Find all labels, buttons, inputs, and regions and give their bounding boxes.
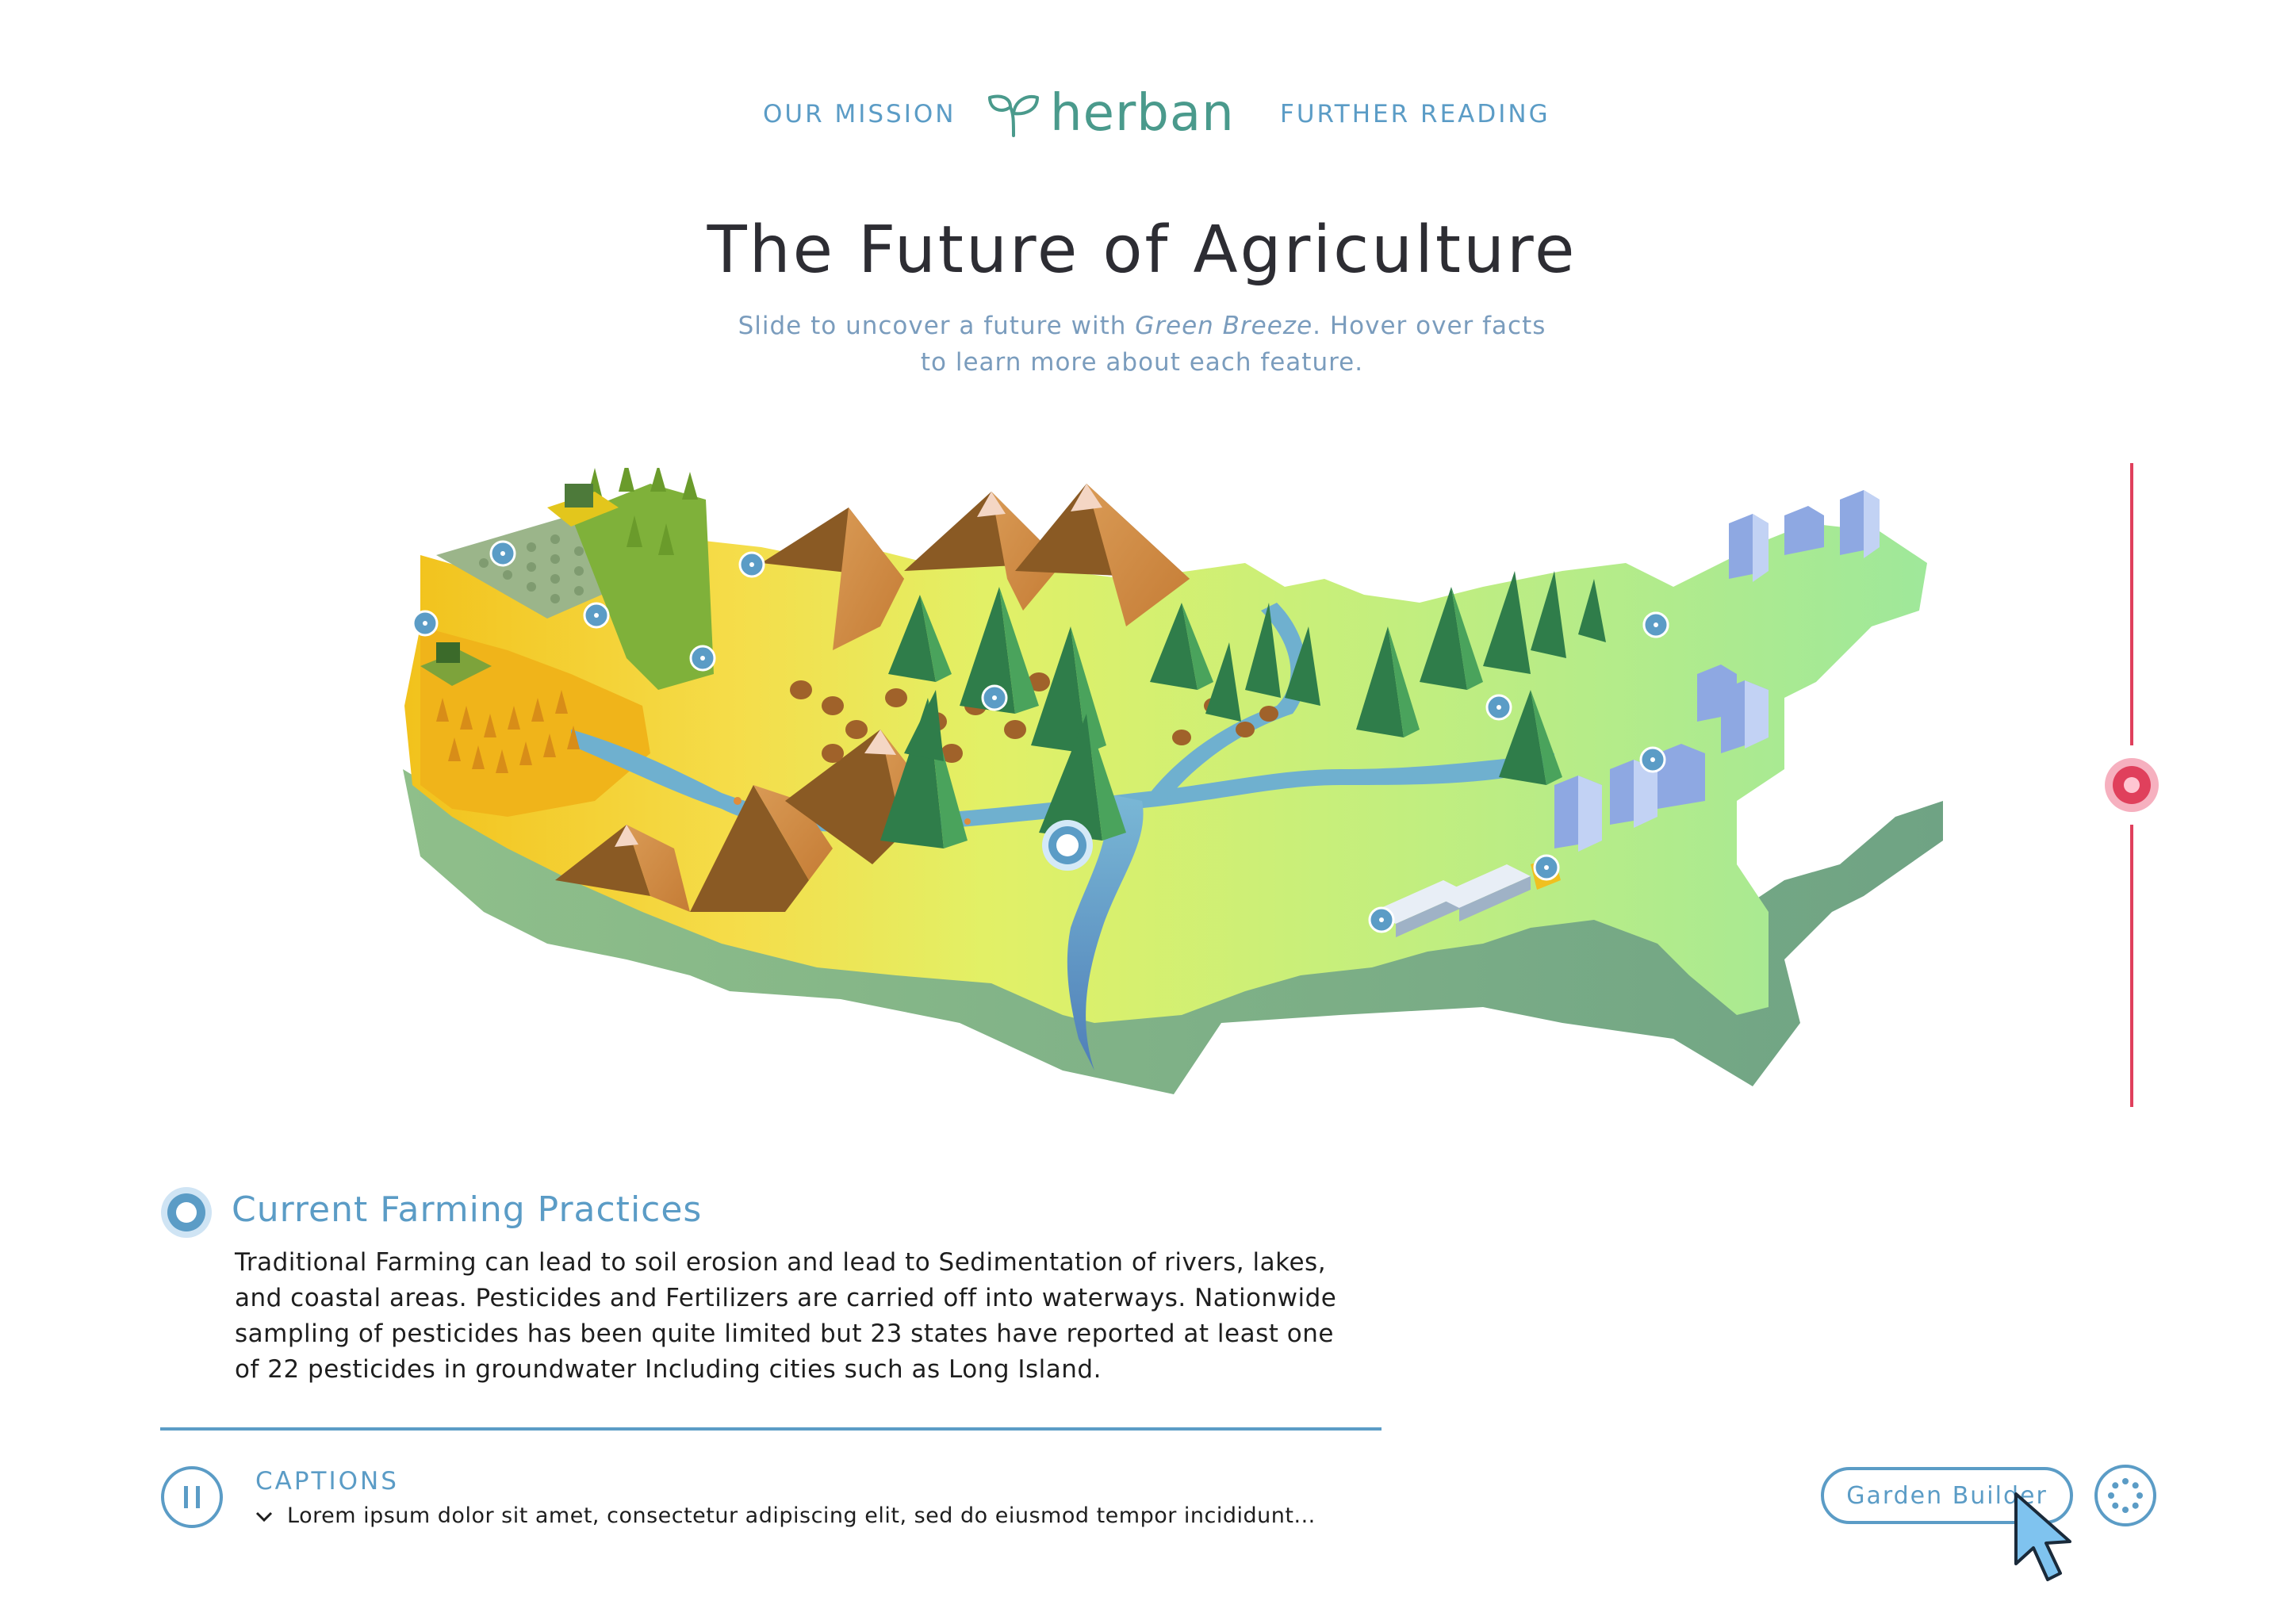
feature-description: Traditional Farming can lead to soil ero…	[235, 1245, 1393, 1388]
page-subtitle: Slide to uncover a future with Green Bre…	[0, 308, 2284, 381]
feature-line: and coastal areas. Pesticides and Fertil…	[235, 1284, 1337, 1312]
logo-wordmark: herban	[1050, 84, 1235, 143]
captions-label: CAPTIONS	[255, 1467, 399, 1496]
leaf-logo-icon	[988, 94, 1039, 137]
subtitle-text-end: . Hover over facts	[1313, 312, 1546, 340]
feature-line: sampling of pesticides has been quite li…	[235, 1320, 1334, 1348]
us-agriculture-map	[403, 468, 1943, 1094]
mouse-pointer-icon	[2014, 1492, 2071, 1581]
pause-button[interactable]	[160, 1465, 224, 1529]
subtitle-line-2: to learn more about each feature.	[920, 348, 1364, 377]
captions-text: Lorem ipsum dolor sit amet, consectetur …	[287, 1503, 1316, 1528]
feature-line: of 22 pesticides in groundwater Includin…	[235, 1355, 1102, 1384]
feature-marker-icon	[161, 1187, 212, 1238]
nav-our-mission[interactable]: OUR MISSION	[763, 100, 956, 128]
feature-title: Current Farming Practices	[232, 1189, 703, 1230]
page-title: The Future of Agriculture	[707, 213, 1577, 288]
section-divider	[160, 1427, 1382, 1431]
future-slider[interactable]	[2100, 460, 2163, 1110]
top-navigation: OUR MISSION herban FURTHER READING	[0, 82, 2284, 146]
herban-logo[interactable]: herban	[987, 84, 1235, 143]
active-hotspot	[1042, 820, 1093, 871]
nav-further-reading[interactable]: FURTHER READING	[1280, 100, 1550, 128]
feature-line: Traditional Farming can lead to soil ero…	[235, 1248, 1327, 1277]
settings-button[interactable]	[2094, 1464, 2157, 1527]
subtitle-text-start: Slide to uncover a future with	[738, 312, 1136, 340]
subtitle-brand: Green Breeze	[1135, 312, 1313, 340]
chevron-down-icon[interactable]	[252, 1505, 276, 1529]
slider-handle	[2105, 758, 2159, 812]
